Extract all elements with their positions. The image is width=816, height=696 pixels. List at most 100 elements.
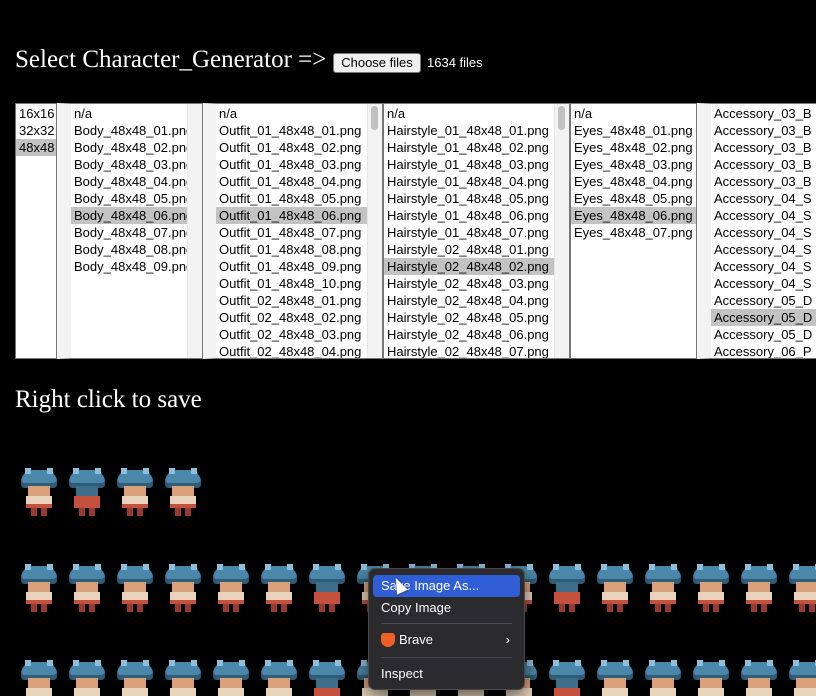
character-sprite <box>159 660 207 696</box>
accessory-option[interactable]: Accessory_03_B <box>711 122 816 139</box>
character-sprite <box>543 660 591 696</box>
accessory-option[interactable]: Accessory_05_D <box>711 292 816 309</box>
outfit-option[interactable]: Outfit_01_48x48_03.png <box>216 156 368 173</box>
hairstyle-option[interactable]: Hairstyle_02_48x48_05.png <box>384 309 555 326</box>
context-menu: Save Image As... Copy Image Brave › Insp… <box>368 568 525 690</box>
character-sprite <box>159 564 207 612</box>
body-option[interactable]: n/a <box>71 105 188 122</box>
eyes-option[interactable]: Eyes_48x48_02.png <box>571 139 696 156</box>
outfit-option[interactable]: Outfit_01_48x48_06.png <box>216 207 368 224</box>
body-select[interactable]: n/a Body_48x48_01.png Body_48x48_02.png Bod… <box>57 103 203 359</box>
body-option[interactable]: Body_48x48_07.png <box>71 224 188 241</box>
character-sprite <box>207 660 255 696</box>
brave-lion-icon <box>381 633 395 647</box>
eyes-option[interactable]: Eyes_48x48_05.png <box>571 190 696 207</box>
accessory-select[interactable]: Accessory_03_B Accessory_03_B Accessory_03… <box>697 103 816 359</box>
accessory-option[interactable]: Accessory_04_S <box>711 190 816 207</box>
menu-item-copy-image[interactable]: Copy Image <box>373 597 520 619</box>
accessory-option[interactable]: Accessory_03_B <box>711 139 816 156</box>
accessory-option[interactable]: Accessory_05_D <box>711 309 816 326</box>
body-option[interactable]: Body_48x48_05.png <box>71 190 188 207</box>
outfit-option[interactable]: Outfit_02_48x48_01.png <box>216 292 368 309</box>
sprite-row-idle[interactable] <box>15 460 215 532</box>
eyes-option[interactable]: n/a <box>571 105 696 122</box>
eyes-select[interactable]: n/a Eyes_48x48_01.png Eyes_48x48_02.png Eye… <box>570 103 697 359</box>
outfit-option[interactable]: Outfit_01_48x48_05.png <box>216 190 368 207</box>
size-option[interactable]: 32x32 <box>16 122 56 139</box>
body-option[interactable]: Body_48x48_04.png <box>71 173 188 190</box>
hairstyle-scrollbar[interactable] <box>554 104 569 358</box>
hairstyle-option[interactable]: Hairstyle_01_48x48_06.png <box>384 207 555 224</box>
hairstyle-select[interactable]: n/a Hairstyle_01_48x48_01.png Hairstyle_01… <box>383 103 570 359</box>
character-sprite <box>783 564 816 612</box>
choose-files-button[interactable]: Choose files <box>333 53 421 73</box>
eyes-option[interactable]: Eyes_48x48_07.png <box>571 224 696 241</box>
accessory-option[interactable]: Accessory_04_S <box>711 241 816 258</box>
accessory-option[interactable]: Accessory_05_D <box>711 326 816 343</box>
hairstyle-scroll-thumb[interactable] <box>558 106 565 130</box>
size-option[interactable]: 16x16 <box>16 105 56 122</box>
outfit-scroll-thumb[interactable] <box>371 106 378 130</box>
eyes-option[interactable]: Eyes_48x48_06.png <box>571 207 696 224</box>
menu-item-inspect[interactable]: Inspect <box>373 663 520 685</box>
outfit-option[interactable]: Outfit_01_48x48_10.png <box>216 275 368 292</box>
accessory-option[interactable]: Accessory_04_S <box>711 207 816 224</box>
outfit-option[interactable]: Outfit_02_48x48_04.png <box>216 343 368 358</box>
outfit-option[interactable]: n/a <box>216 105 368 122</box>
character-sprite <box>15 468 63 516</box>
hairstyle-option[interactable]: Hairstyle_02_48x48_06.png <box>384 326 555 343</box>
outfit-option[interactable]: Outfit_02_48x48_03.png <box>216 326 368 343</box>
body-option[interactable]: Body_48x48_01.png <box>71 122 188 139</box>
hairstyle-option[interactable]: Hairstyle_01_48x48_01.png <box>384 122 555 139</box>
character-sprite <box>639 660 687 696</box>
accessory-option[interactable]: Accessory_03_B <box>711 105 816 122</box>
accessory-option[interactable]: Accessory_04_S <box>711 224 816 241</box>
hairstyle-option[interactable]: Hairstyle_02_48x48_02.png <box>384 258 555 275</box>
size-option[interactable]: 48x48 <box>16 139 56 156</box>
body-option[interactable]: Body_48x48_03.png <box>71 156 188 173</box>
menu-item-brave[interactable]: Brave › <box>373 629 520 651</box>
hairstyle-option[interactable]: Hairstyle_02_48x48_07.png <box>384 343 555 358</box>
eyes-option[interactable]: Eyes_48x48_01.png <box>571 122 696 139</box>
character-sprite <box>303 660 351 696</box>
outfit-option[interactable]: Outfit_01_48x48_04.png <box>216 173 368 190</box>
chevron-right-icon: › <box>505 632 510 647</box>
accessory-option[interactable]: Accessory_03_B <box>711 173 816 190</box>
hairstyle-option[interactable]: Hairstyle_01_48x48_05.png <box>384 190 555 207</box>
hairstyle-option[interactable]: Hairstyle_02_48x48_04.png <box>384 292 555 309</box>
outfit-option[interactable]: Outfit_01_48x48_07.png <box>216 224 368 241</box>
accessory-option[interactable]: Accessory_04_S <box>711 275 816 292</box>
outfit-option[interactable]: Outfit_01_48x48_02.png <box>216 139 368 156</box>
page-heading: Select Character_Generator => <box>15 46 327 73</box>
body-option[interactable]: Body_48x48_08.png <box>71 241 188 258</box>
eyes-option[interactable]: Eyes_48x48_03.png <box>571 156 696 173</box>
character-sprite <box>783 660 816 696</box>
accessory-option[interactable]: Accessory_06_P <box>711 343 816 358</box>
outfit-option[interactable]: Outfit_01_48x48_09.png <box>216 258 368 275</box>
accessory-option[interactable]: Accessory_04_S <box>711 258 816 275</box>
character-sprite <box>255 564 303 612</box>
menu-separator <box>381 623 512 624</box>
body-scrollbar[interactable] <box>187 104 202 358</box>
outfit-scrollbar[interactable] <box>367 104 382 358</box>
hairstyle-option[interactable]: Hairstyle_01_48x48_02.png <box>384 139 555 156</box>
outfit-option[interactable]: Outfit_01_48x48_08.png <box>216 241 368 258</box>
hairstyle-option[interactable]: Hairstyle_02_48x48_01.png <box>384 241 555 258</box>
hairstyle-option[interactable]: Hairstyle_01_48x48_04.png <box>384 173 555 190</box>
outfit-option[interactable]: Outfit_02_48x48_02.png <box>216 309 368 326</box>
accessory-option[interactable]: Accessory_03_B <box>711 156 816 173</box>
character-sprite <box>111 468 159 516</box>
size-select[interactable]: 16x16 32x32 48x48 <box>15 103 57 359</box>
body-option[interactable]: Body_48x48_06.png <box>71 207 188 224</box>
character-sprite <box>111 564 159 612</box>
outfit-select[interactable]: n/a Outfit_01_48x48_01.png Outfit_01_48x48… <box>203 103 383 359</box>
hairstyle-option[interactable]: Hairstyle_01_48x48_03.png <box>384 156 555 173</box>
hairstyle-option[interactable]: Hairstyle_01_48x48_07.png <box>384 224 555 241</box>
hairstyle-option[interactable]: Hairstyle_02_48x48_03.png <box>384 275 555 292</box>
body-option[interactable]: Body_48x48_02.png <box>71 139 188 156</box>
body-option[interactable]: Body_48x48_09.png <box>71 258 188 275</box>
hairstyle-option[interactable]: n/a <box>384 105 555 122</box>
eyes-option[interactable]: Eyes_48x48_04.png <box>571 173 696 190</box>
outfit-option[interactable]: Outfit_01_48x48_01.png <box>216 122 368 139</box>
character-sprite <box>735 564 783 612</box>
